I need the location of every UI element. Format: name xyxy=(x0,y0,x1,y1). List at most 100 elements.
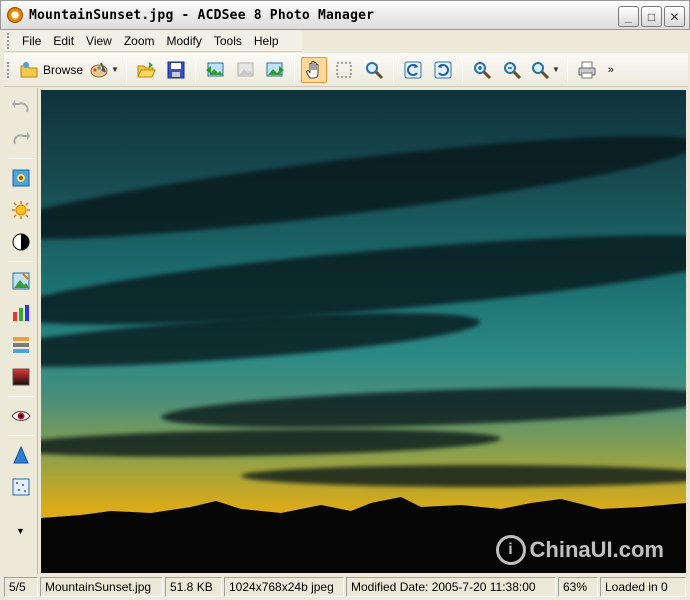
sun-icon xyxy=(11,201,30,219)
color-balance-button[interactable] xyxy=(8,268,34,294)
cloud-band xyxy=(41,425,502,461)
save-disk-icon xyxy=(167,61,185,78)
status-dimensions: 1024x768x24b jpeg xyxy=(224,577,344,597)
sharpen-button[interactable] xyxy=(8,442,34,468)
hand-tool-button[interactable] xyxy=(300,56,327,83)
acdsee-app-icon[interactable] xyxy=(7,7,23,23)
minimize-button[interactable]: _ xyxy=(618,6,639,27)
print-button[interactable] xyxy=(574,57,600,83)
auto-adjust-button[interactable] xyxy=(8,165,34,191)
menu-help[interactable]: Help xyxy=(248,34,285,48)
zoom-in-icon xyxy=(473,61,491,79)
watermark-logo-icon: i xyxy=(495,535,526,565)
noise-grid-icon xyxy=(12,478,29,496)
status-zoom: 63% xyxy=(558,577,598,597)
open-folder-icon xyxy=(137,61,156,77)
zoom-icon xyxy=(531,61,549,79)
close-button[interactable]: ✕ xyxy=(664,6,685,27)
chevron-double-right-icon: » xyxy=(607,63,614,76)
open-button[interactable] xyxy=(133,57,159,83)
disabled-image-button[interactable] xyxy=(232,57,258,83)
sidebar-separator xyxy=(7,261,34,262)
menu-zoom[interactable]: Zoom xyxy=(118,34,161,48)
watermark-text: ChinaUI.com xyxy=(529,537,664,562)
contrast-button[interactable] xyxy=(8,229,34,255)
contrast-icon xyxy=(12,233,29,251)
printer-icon xyxy=(578,61,596,78)
image-viewer[interactable]: i ChinaUI.com xyxy=(41,90,686,573)
landscape-adjust-icon xyxy=(12,272,29,290)
browse-folder-icon xyxy=(20,61,38,77)
edit-sidebar: ▼ xyxy=(4,88,38,574)
palette-icon xyxy=(90,62,108,77)
previous-image-icon xyxy=(205,62,224,76)
edit-menu-button[interactable]: ▼ xyxy=(88,57,120,83)
chevron-down-icon: ▼ xyxy=(111,65,119,74)
selection-tool-button[interactable] xyxy=(331,57,357,83)
previous-image-button[interactable] xyxy=(202,57,228,83)
marquee-select-icon xyxy=(336,62,352,77)
redo-button[interactable] xyxy=(8,126,34,152)
menu-modify[interactable]: Modify xyxy=(161,34,208,48)
cloud-band xyxy=(241,465,686,487)
maximize-button[interactable]: □ xyxy=(641,6,662,27)
window-controls: _ □ ✕ xyxy=(618,6,685,27)
watermark: i ChinaUI.com xyxy=(495,535,664,565)
sidebar-scroll-down[interactable]: ▼ xyxy=(8,524,34,538)
toolbar-overflow-button[interactable]: » xyxy=(604,57,618,83)
magnifier-icon xyxy=(365,61,383,79)
zoom-menu-button[interactable]: ▼ xyxy=(529,57,561,83)
magnify-tool-button[interactable] xyxy=(361,57,387,83)
toolbar-grip[interactable] xyxy=(7,61,10,78)
toolbar-separator xyxy=(293,57,295,82)
levels-button[interactable] xyxy=(8,300,34,326)
window-title: MountainSunset.jpg - ACDSee 8 Photo Mana… xyxy=(29,7,375,23)
toolbar-separator xyxy=(566,57,568,82)
undo-icon xyxy=(11,100,29,113)
sidebar-separator xyxy=(7,158,34,159)
next-image-button[interactable] xyxy=(262,57,288,83)
toolbar-separator xyxy=(461,57,463,82)
browse-button[interactable]: Browse xyxy=(18,57,84,83)
grayscale-button[interactable] xyxy=(8,364,34,390)
chevron-down-icon: ▼ xyxy=(551,65,560,74)
rotate-left-button[interactable] xyxy=(400,57,426,83)
noise-button[interactable] xyxy=(8,474,34,500)
undo-button[interactable] xyxy=(8,94,34,120)
bar-levels-icon xyxy=(12,305,29,321)
gradient-image-icon xyxy=(12,368,29,386)
color-strips-icon xyxy=(12,337,29,353)
cloud-band xyxy=(160,380,686,435)
curves-button[interactable] xyxy=(8,332,34,358)
main-toolbar: Browse ▼ ▼ » xyxy=(4,53,688,87)
menu-edit[interactable]: Edit xyxy=(47,34,80,48)
title-bar: MountainSunset.jpg - ACDSee 8 Photo Mana… xyxy=(0,0,690,30)
menu-file[interactable]: File xyxy=(16,34,47,48)
menu-view[interactable]: View xyxy=(80,34,118,48)
status-filesize: 51.8 KB xyxy=(165,577,222,597)
image-disabled-icon xyxy=(237,62,254,76)
menu-tools[interactable]: Tools xyxy=(208,34,248,48)
rotate-right-button[interactable] xyxy=(430,57,456,83)
browse-label: Browse xyxy=(43,62,84,77)
zoom-out-button[interactable] xyxy=(499,57,525,83)
toolbar-separator xyxy=(125,57,127,82)
exposure-button[interactable] xyxy=(8,197,34,223)
zoom-out-icon xyxy=(503,61,521,79)
eye-icon xyxy=(10,411,31,421)
red-eye-button[interactable] xyxy=(8,403,34,429)
menubar-grip[interactable] xyxy=(7,32,10,49)
chevron-down-icon: ▼ xyxy=(16,526,25,536)
status-bar: 5/5 MountainSunset.jpg 51.8 KB 1024x768x… xyxy=(4,576,688,598)
rotate-right-icon xyxy=(434,61,452,78)
status-load-time: Loaded in 0 xyxy=(600,577,686,597)
toolbar-separator xyxy=(194,57,196,82)
redo-icon xyxy=(12,132,30,145)
sidebar-separator xyxy=(7,435,34,436)
save-button[interactable] xyxy=(163,57,189,83)
next-image-icon xyxy=(266,62,284,76)
status-position: 5/5 xyxy=(4,577,38,597)
menu-bar: File Edit View Zoom Modify Tools Help xyxy=(4,30,302,52)
status-modified-date: Modified Date: 2005-7-20 11:38:00 xyxy=(346,577,556,597)
zoom-in-button[interactable] xyxy=(469,57,495,83)
